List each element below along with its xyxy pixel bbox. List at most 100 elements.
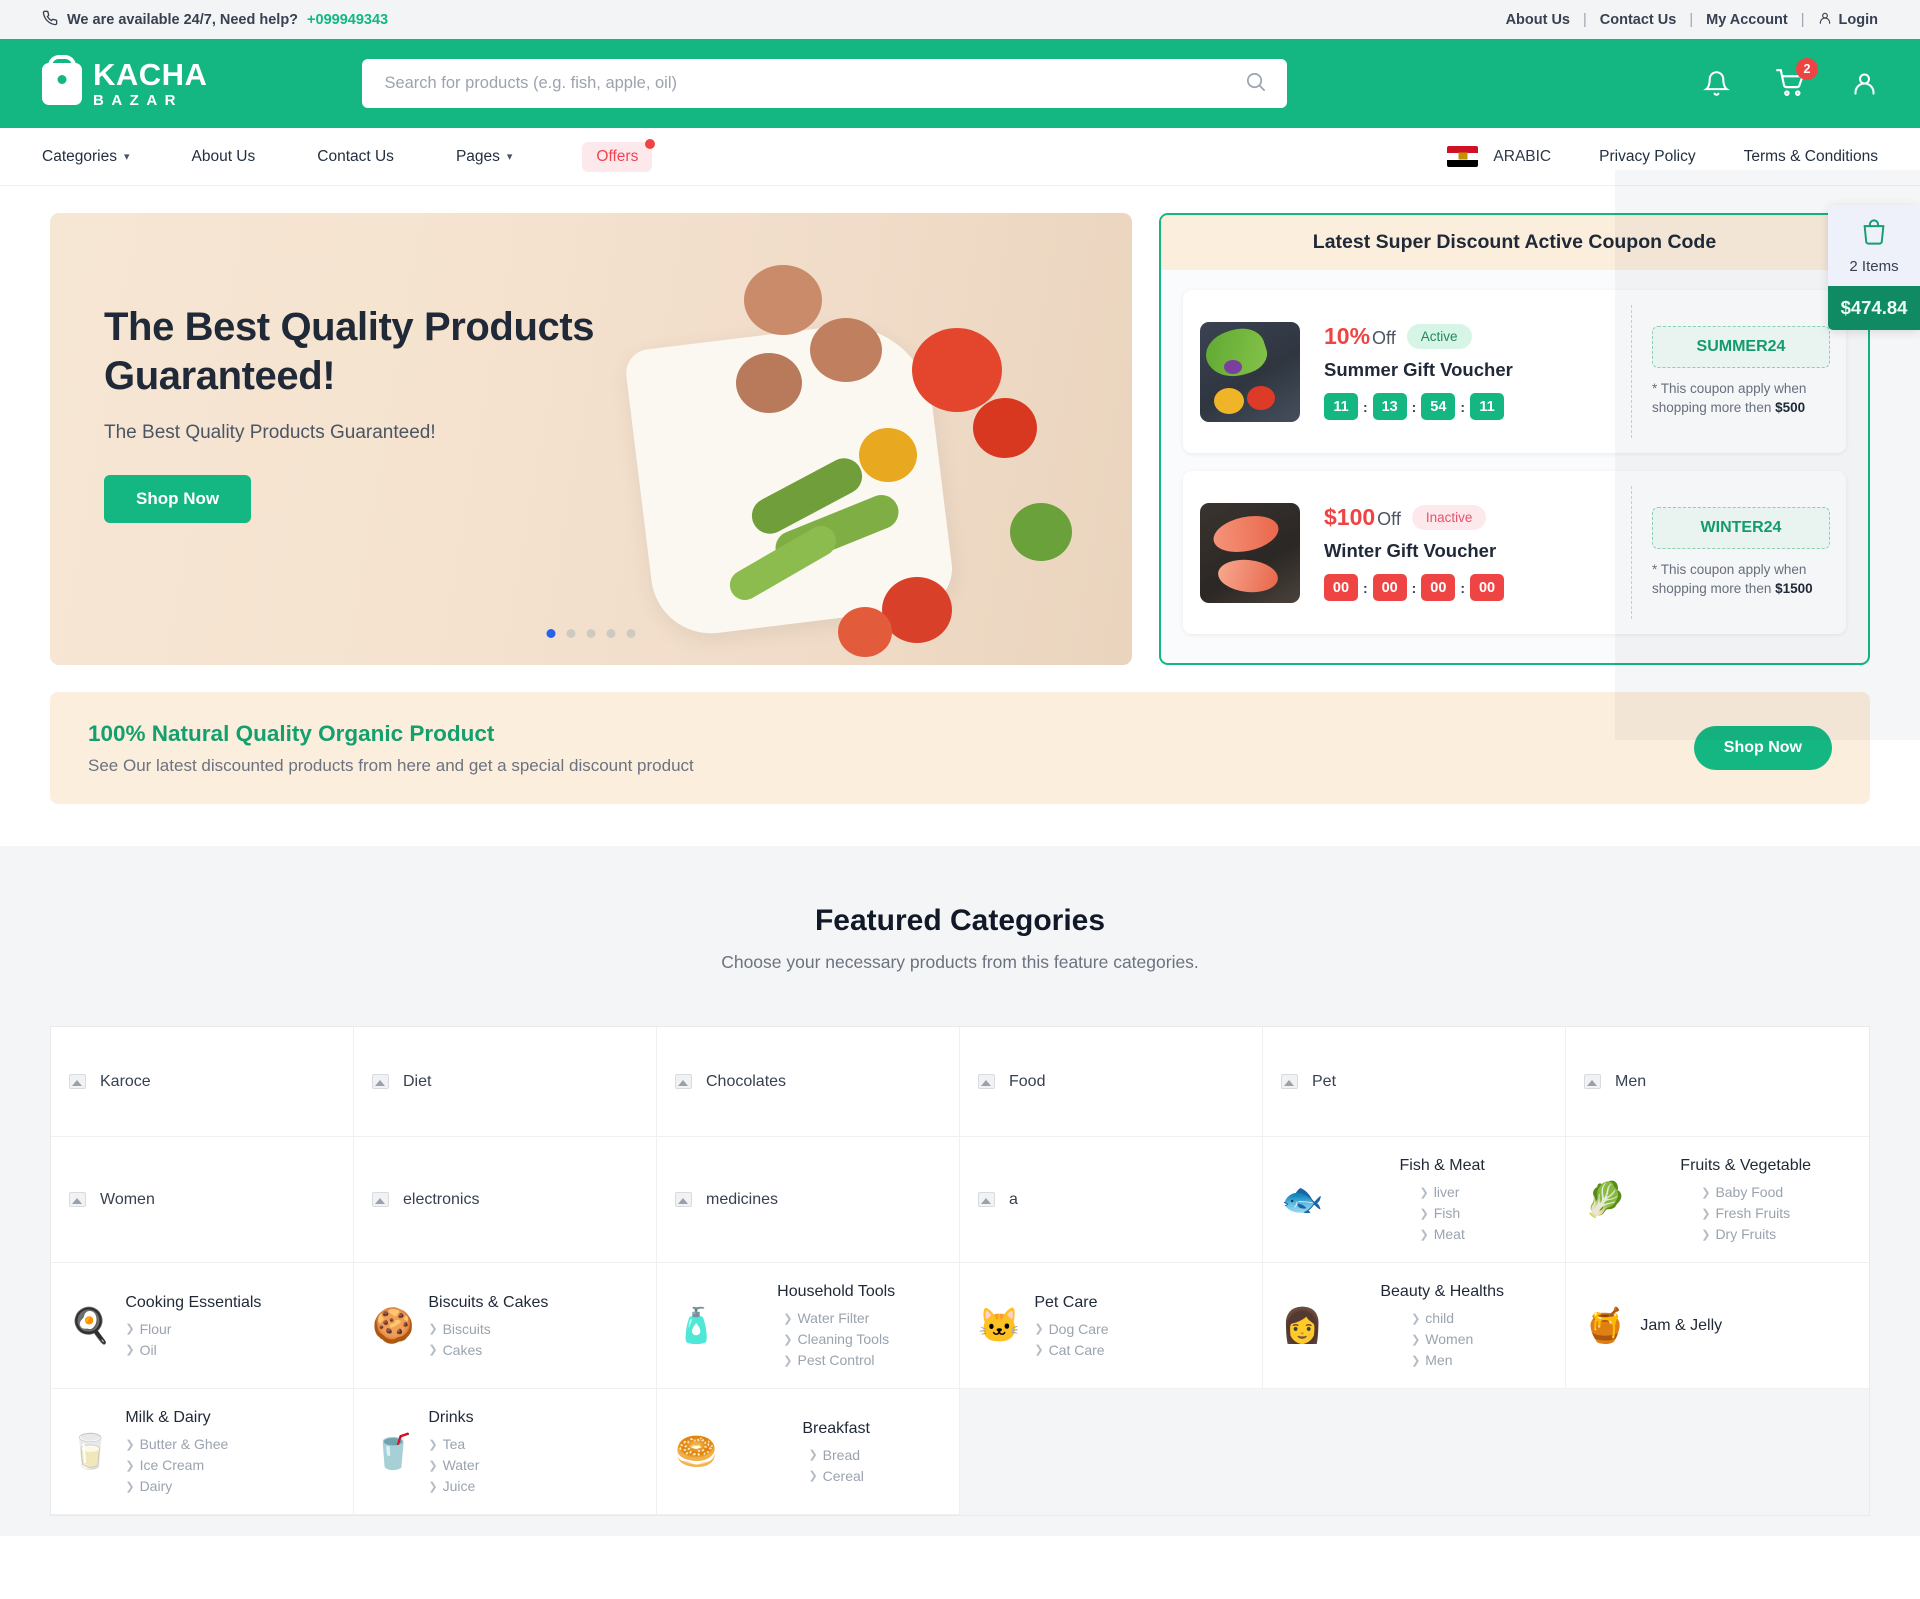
notifications-button[interactable]: [1703, 70, 1730, 97]
subcategory-item[interactable]: ❯ Tea: [428, 1436, 638, 1452]
subcategory-label: Men: [1425, 1352, 1453, 1368]
nav-terms-conditions[interactable]: Terms & Conditions: [1744, 148, 1878, 166]
category-cell[interactable]: Chocolates: [657, 1027, 960, 1137]
subcategory-item[interactable]: ❯ Ice Cream: [125, 1457, 335, 1473]
category-cell[interactable]: 👩 Beauty & Healths ❯ child ❯ Women ❯ Men: [1263, 1263, 1566, 1389]
category-cell[interactable]: 🍳 Cooking Essentials ❯ Flour ❯ Oil: [51, 1263, 354, 1389]
cart-count-badge: 2: [1796, 58, 1818, 80]
carousel-dot-2[interactable]: [566, 629, 576, 638]
category-name: Drinks: [428, 1409, 474, 1426]
subcategory-item[interactable]: ❯ Butter & Ghee: [125, 1436, 335, 1452]
subcategory-item[interactable]: ❯ Fish: [1420, 1205, 1465, 1221]
category-cell[interactable]: 🐟 Fish & Meat ❯ liver ❯ Fish ❯ Meat: [1263, 1137, 1566, 1263]
category-cell[interactable]: Pet: [1263, 1027, 1566, 1137]
subcategory-item[interactable]: ❯ child: [1411, 1310, 1473, 1326]
coupon-code-button[interactable]: WINTER24: [1652, 506, 1830, 549]
support-text: We are available 24/7, Need help?: [67, 11, 299, 28]
topbar-about-us-link[interactable]: About Us: [1506, 12, 1570, 28]
coupon-list: 10% Off Active Summer Gift Voucher 11 : 1…: [1161, 270, 1868, 654]
subcategory-item[interactable]: ❯ Dog Care: [1034, 1321, 1244, 1337]
coupon-discount-value: 10%: [1324, 323, 1371, 349]
subcategory-item[interactable]: ❯ Oil: [125, 1342, 335, 1358]
support-phone[interactable]: +099949343: [307, 12, 388, 28]
user-icon: [1818, 11, 1832, 29]
category-icon: 🥤: [372, 1432, 415, 1471]
carousel-dot-5[interactable]: [626, 629, 636, 638]
category-cell[interactable]: Women: [51, 1137, 354, 1263]
category-cell[interactable]: 🥤 Drinks ❯ Tea ❯ Water ❯ Juice: [354, 1389, 657, 1515]
subcategory-item[interactable]: ❯ Water: [428, 1457, 638, 1473]
category-icon: 🧴: [675, 1306, 718, 1345]
subcategory-item[interactable]: ❯ Pest Control: [783, 1352, 889, 1368]
language-selector[interactable]: ARABIC: [1447, 146, 1551, 167]
hero-carousel-dots[interactable]: [546, 629, 636, 638]
subcategory-item[interactable]: ❯ Cakes: [428, 1342, 638, 1358]
promo-shop-now-button[interactable]: Shop Now: [1693, 726, 1832, 770]
account-button[interactable]: [1851, 70, 1878, 97]
logo-primary-text: KACHA: [93, 57, 208, 92]
site-logo[interactable]: KACHA BAZAR: [42, 59, 207, 108]
coupon-countdown-timer: 11 : 13 : 54 : 11: [1324, 393, 1631, 420]
topbar-my-account-link[interactable]: My Account: [1706, 12, 1788, 28]
search-input[interactable]: [384, 74, 1245, 93]
subcategory-item[interactable]: ❯ Cleaning Tools: [783, 1331, 889, 1347]
cart-button[interactable]: 2: [1776, 58, 1818, 98]
category-cell[interactable]: 🐱 Pet Care ❯ Dog Care ❯ Cat Care: [960, 1263, 1263, 1389]
coupon-card[interactable]: 10% Off Active Summer Gift Voucher 11 : 1…: [1183, 290, 1846, 453]
nav-offers-badge[interactable]: Offers: [582, 138, 656, 172]
category-cell[interactable]: 🥛 Milk & Dairy ❯ Butter & Ghee ❯ Ice Cream ❯ Da…: [51, 1389, 354, 1515]
subcategory-item[interactable]: ❯ Water Filter: [783, 1310, 889, 1326]
coupon-card[interactable]: $100 Off Inactive Winter Gift Voucher 00 …: [1183, 471, 1846, 634]
floating-cart-widget[interactable]: 2 Items $474.84: [1828, 205, 1920, 330]
topbar-contact-us-link[interactable]: Contact Us: [1600, 12, 1677, 28]
subcategory-item[interactable]: ❯ Baby Food: [1701, 1184, 1790, 1200]
subcategory-item[interactable]: ❯ Cereal: [808, 1468, 863, 1484]
subcategory-item[interactable]: ❯ Juice: [428, 1478, 638, 1494]
category-cell[interactable]: 🥯 Breakfast ❯ Bread ❯ Cereal: [657, 1389, 960, 1515]
chevron-right-icon: ❯: [125, 1480, 135, 1493]
subcategory-item[interactable]: ❯ Flour: [125, 1321, 335, 1337]
subcategory-item[interactable]: ❯ Biscuits: [428, 1321, 638, 1337]
divider: |: [1689, 11, 1694, 28]
hero-shop-now-button[interactable]: Shop Now: [104, 474, 252, 523]
nav-pages[interactable]: Pages ▾: [456, 148, 512, 166]
subcategory-item[interactable]: ❯ Fresh Fruits: [1701, 1205, 1790, 1221]
category-icon: 👩: [1281, 1306, 1324, 1345]
subcategory-item[interactable]: ❯ Dairy: [125, 1478, 335, 1494]
category-cell[interactable]: 🥬 Fruits & Vegetable ❯ Baby Food ❯ Fresh Frui…: [1566, 1137, 1869, 1263]
subcategory-item[interactable]: ❯ Cat Care: [1034, 1342, 1244, 1358]
subcategory-item[interactable]: ❯ Women: [1411, 1331, 1473, 1347]
category-cell[interactable]: Food: [960, 1027, 1263, 1137]
subcategory-item[interactable]: ❯ Meat: [1420, 1226, 1465, 1242]
carousel-dot-1[interactable]: [546, 629, 556, 638]
nav-privacy-policy[interactable]: Privacy Policy: [1599, 148, 1695, 166]
nav-categories[interactable]: Categories ▾: [42, 148, 130, 166]
carousel-dot-3[interactable]: [586, 629, 596, 638]
subcategory-item[interactable]: ❯ Dry Fruits: [1701, 1226, 1790, 1242]
subcategory-item[interactable]: ❯ Men: [1411, 1352, 1473, 1368]
category-cell[interactable]: electronics: [354, 1137, 657, 1263]
subcategory-item[interactable]: ❯ liver: [1420, 1184, 1465, 1200]
search-bar[interactable]: [362, 59, 1288, 108]
category-cell[interactable]: 🧴 Household Tools ❯ Water Filter ❯ Cleaning T…: [657, 1263, 960, 1389]
category-cell[interactable]: Diet: [354, 1027, 657, 1137]
coupon-code-button[interactable]: SUMMER24: [1652, 325, 1830, 368]
category-cell[interactable]: a: [960, 1137, 1263, 1263]
category-cell[interactable]: Men: [1566, 1027, 1869, 1137]
carousel-dot-4[interactable]: [606, 629, 616, 638]
category-cell[interactable]: medicines: [657, 1137, 960, 1263]
category-icon: 🥬: [1584, 1180, 1627, 1219]
category-name: a: [1009, 1190, 1018, 1208]
category-cell[interactable]: 🍪 Biscuits & Cakes ❯ Biscuits ❯ Cakes: [354, 1263, 657, 1389]
category-cell[interactable]: Karoce: [51, 1027, 354, 1137]
chevron-right-icon: ❯: [783, 1333, 793, 1346]
category-name: Women: [100, 1190, 155, 1208]
category-cell[interactable]: 🍯 Jam & Jelly: [1566, 1263, 1869, 1389]
topbar-login-link[interactable]: Login: [1818, 11, 1878, 29]
subcategory-item[interactable]: ❯ Bread: [808, 1447, 863, 1463]
nav-contact-us[interactable]: Contact Us: [317, 148, 394, 166]
broken-image-icon: [1584, 1074, 1601, 1089]
nav-about-us[interactable]: About Us: [192, 148, 256, 166]
broken-image-icon: [978, 1074, 995, 1089]
search-icon[interactable]: [1244, 70, 1267, 98]
